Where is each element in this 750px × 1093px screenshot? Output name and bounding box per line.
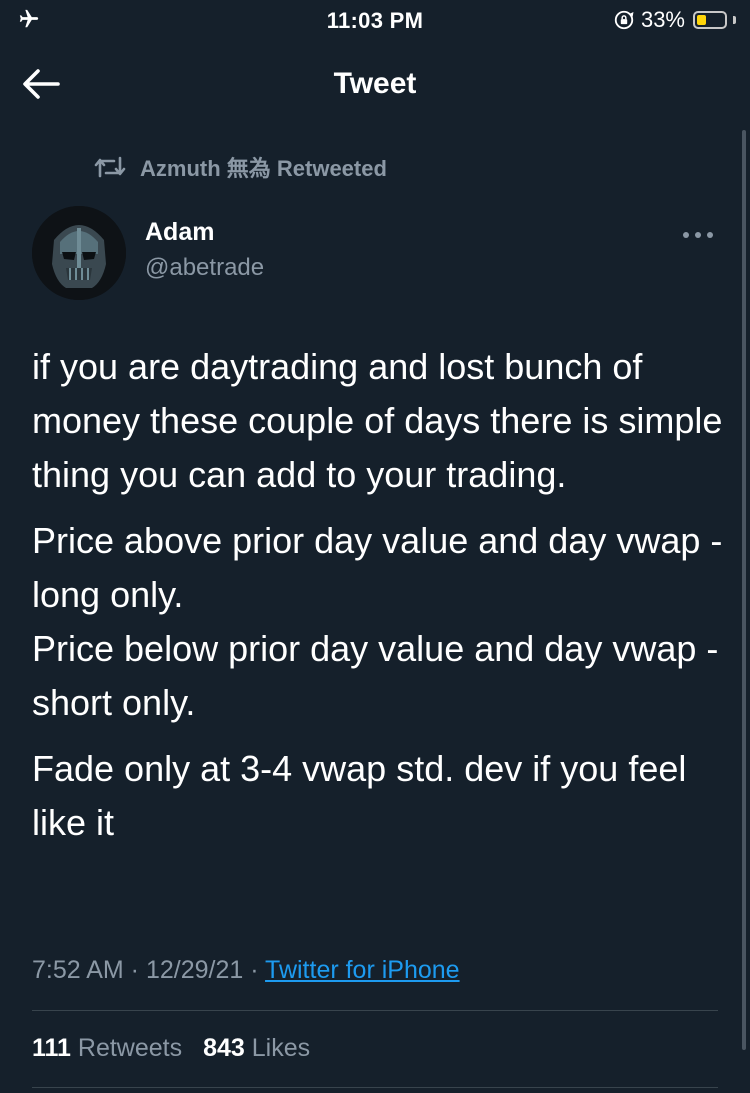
- avatar[interactable]: [32, 206, 126, 300]
- mask-avatar-image: [32, 206, 126, 300]
- status-right-group: 33%: [613, 7, 736, 32]
- tweet-paragraph: if you are daytrading and lost bunch of …: [32, 346, 723, 495]
- battery-level: [697, 15, 706, 25]
- likes-count: 843: [203, 1034, 245, 1062]
- divider: [32, 1087, 718, 1088]
- scrollbar[interactable]: [742, 130, 746, 1050]
- author-name[interactable]: Adam: [145, 218, 214, 247]
- status-bar: 11:03 PM 33%: [0, 0, 750, 40]
- battery-percent: 33%: [640, 7, 685, 32]
- tweet-date: 12/29/21: [145, 956, 244, 984]
- page-title: Tweet: [333, 67, 417, 100]
- tweet-source-link[interactable]: Twitter for iPhone: [265, 956, 460, 984]
- retweets-count: 111: [32, 1034, 71, 1062]
- retweet-context-text: Azmuth 無為 Retweeted: [140, 156, 387, 181]
- retweets-label: Retweets: [77, 1034, 183, 1062]
- tweet-text: if you are daytrading and lost bunch of …: [32, 340, 732, 862]
- tweet-paragraph: Fade only at 3-4 vwap std. dev if you fe…: [32, 748, 687, 843]
- meta-separator: ·: [123, 956, 146, 984]
- battery-tip: [733, 16, 736, 24]
- tweet-time: 7:52 AM: [32, 956, 124, 984]
- likes-label: Likes: [251, 1034, 311, 1062]
- author-handle[interactable]: @abetrade: [145, 254, 264, 282]
- likes-stat[interactable]: 843 Likes: [203, 1034, 310, 1062]
- meta-separator: ·: [243, 956, 266, 984]
- tweet-paragraph: Price above prior day value and day vwap…: [32, 520, 723, 723]
- retweets-stat[interactable]: 111 Retweets: [32, 1034, 182, 1062]
- tweet-stats: 111 Retweets 843 Likes: [32, 1031, 324, 1065]
- divider: [32, 1010, 718, 1011]
- retweet-context[interactable]: Azmuth 無為 Retweeted: [92, 152, 387, 182]
- tweet-meta: 7:52 AM · 12/29/21 · Twitter for iPhone: [32, 953, 460, 987]
- rotation-lock-icon: [614, 10, 634, 30]
- more-options-icon[interactable]: [678, 222, 718, 248]
- battery-icon: [693, 11, 727, 29]
- retweet-icon: [94, 156, 126, 178]
